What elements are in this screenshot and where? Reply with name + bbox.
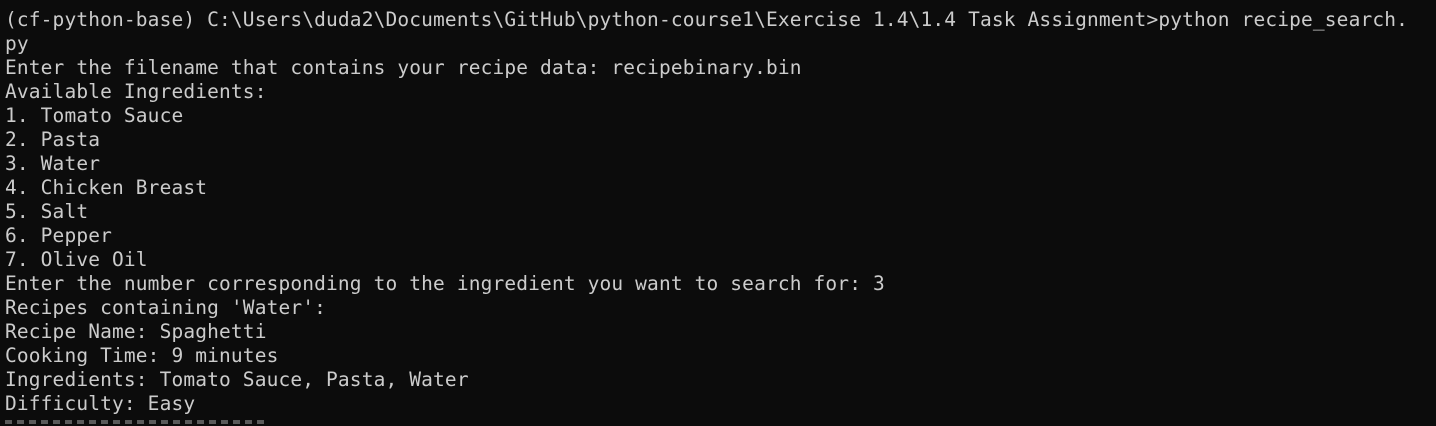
ingredient-list-item: 3. Water — [5, 152, 101, 175]
ingredient-list-item: 4. Chicken Breast — [5, 176, 208, 199]
ingredient-list-item: 2. Pasta — [5, 128, 101, 151]
ingredient-list-item: 7. Olive Oil — [5, 248, 148, 271]
difficulty-line: Difficulty: Easy — [5, 392, 196, 415]
ingredient-list-item: 1. Tomato Sauce — [5, 104, 184, 127]
ingredient-list-item: 6. Pepper — [5, 224, 113, 247]
ingredient-search-input-line: Enter the number corresponding to the in… — [5, 272, 885, 295]
command-prompt-line-wrap: py — [5, 32, 29, 55]
terminal-window[interactable]: (cf-python-base) C:\Users\duda2\Document… — [0, 0, 1436, 426]
ingredient-list-item: 5. Salt — [5, 200, 89, 223]
terminal-output: (cf-python-base) C:\Users\duda2\Document… — [5, 8, 1431, 416]
search-results-heading: Recipes containing 'Water': — [5, 296, 327, 319]
clipped-next-line — [5, 416, 265, 426]
ingredients-line: Ingredients: Tomato Sauce, Pasta, Water — [5, 368, 469, 391]
cooking-time-line: Cooking Time: 9 minutes — [5, 344, 279, 367]
available-ingredients-heading: Available Ingredients: — [5, 80, 267, 103]
recipe-name-line: Recipe Name: Spaghetti — [5, 320, 267, 343]
filename-input-line: Enter the filename that contains your re… — [5, 56, 802, 79]
command-prompt-line: (cf-python-base) C:\Users\duda2\Document… — [5, 8, 1409, 31]
